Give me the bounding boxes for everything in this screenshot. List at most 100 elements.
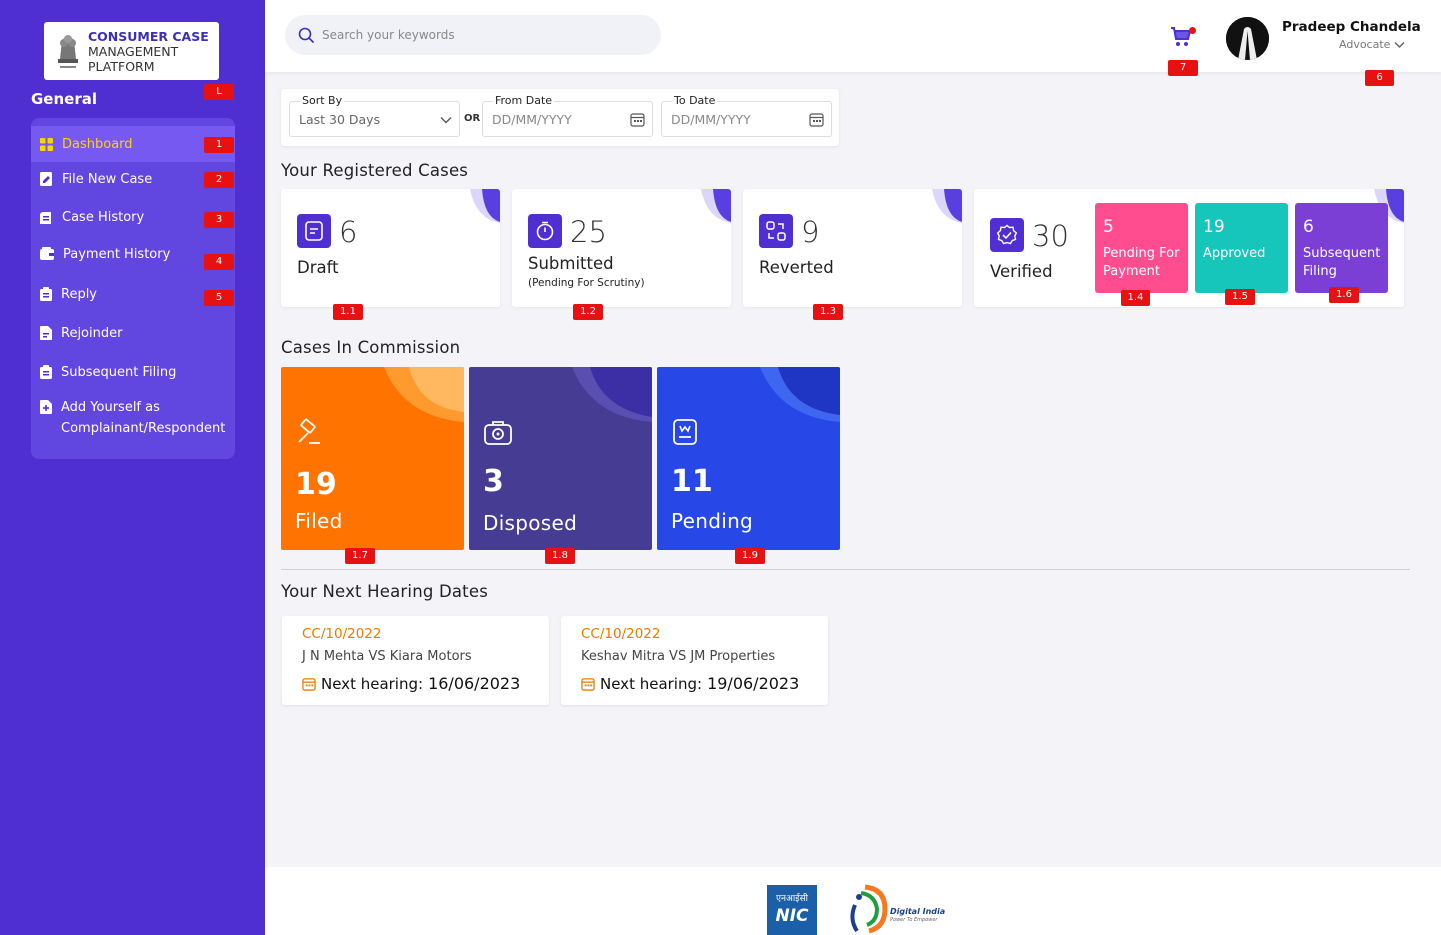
pending-document-icon (673, 419, 697, 445)
sidebar-item-label: Subsequent Filing (61, 365, 177, 380)
sidebar-item-label: File New Case (62, 172, 153, 187)
user-role: Advocate (1339, 38, 1391, 51)
logo-subtitle-2: PLATFORM (88, 58, 155, 74)
annotation-badge: 7 (1168, 60, 1198, 76)
user-role-dropdown[interactable]: Advocate (1339, 38, 1405, 51)
logo-subtitle-1: MANAGEMENT (88, 43, 179, 59)
verified-count: 30 (1032, 219, 1069, 253)
draft-label: Draft (297, 258, 339, 277)
reverted-label: Reverted (759, 258, 834, 277)
sidebar-item-subsequent-filing[interactable]: Subsequent Filing (31, 362, 235, 383)
from-date-field[interactable]: From Date DD/MM/YYYY (482, 94, 653, 137)
commission-title: Cases In Commission (281, 338, 461, 357)
approved-tile[interactable]: 19 Approved (1195, 203, 1288, 293)
pending-payment-count: 5 (1103, 217, 1114, 237)
submitted-card[interactable]: 25 Submitted (Pending For Scrutiny) (512, 189, 731, 307)
search-icon (298, 27, 314, 43)
app-logo[interactable]: CONSUMER CASE MANAGEMENT PLATFORM (44, 22, 219, 80)
sidebar-item-label-line2: Complainant/Respondent (61, 421, 226, 436)
disposed-card[interactable]: 3 Disposed (469, 367, 652, 550)
avatar[interactable] (1226, 17, 1269, 60)
case-number[interactable]: CC/10/2022 (302, 626, 381, 642)
card-corner-decoration (701, 189, 731, 223)
card-corner-decoration (932, 189, 962, 223)
next-hearing-label: Next hearing: (321, 674, 424, 693)
annotation-badge: 1.6 (1329, 287, 1359, 303)
sidebar-heading: General (31, 90, 97, 108)
digital-india-text: Digital India (890, 907, 946, 916)
draft-icon (297, 214, 331, 248)
annotation-badge: L (204, 84, 234, 100)
section-divider (281, 569, 1410, 570)
filed-card[interactable]: 19 Filed (281, 367, 464, 550)
annotation-badge: 6 (1365, 70, 1394, 86)
annotation-badge: 1.2 (573, 304, 603, 320)
wallet-icon (40, 247, 54, 260)
draft-card[interactable]: 6 Draft (281, 189, 500, 307)
sidebar-item-rejoinder[interactable]: Rejoinder (31, 323, 235, 344)
chevron-down-icon (440, 117, 452, 124)
to-date-field[interactable]: To Date DD/MM/YYYY (661, 94, 832, 137)
sort-by-select[interactable]: Sort By Last 30 Days (289, 94, 460, 137)
approved-label: Approved (1203, 246, 1266, 261)
pending-payment-label-line1: Pending For (1103, 246, 1180, 261)
to-date-placeholder: DD/MM/YYYY (671, 112, 751, 127)
hearings-title: Your Next Hearing Dates (281, 582, 488, 601)
hearing-card[interactable]: CC/10/2022 J N Mehta VS Kiara Motors Nex… (282, 616, 549, 705)
annotation-badge: 1.3 (813, 304, 843, 320)
reverted-card[interactable]: 9 Reverted (743, 189, 962, 307)
annotation-badge: 1.1 (333, 304, 363, 320)
case-parties: J N Mehta VS Kiara Motors (302, 649, 472, 664)
calendar-icon[interactable] (809, 112, 824, 127)
disposed-count: 3 (483, 464, 504, 499)
sidebar-nav: Dashboard File New Case Case History Pay… (31, 118, 235, 459)
history-icon (40, 212, 51, 224)
footer: एनआईसी NIC Digital India Power To Empowe… (265, 867, 1441, 935)
next-hearing: Next hearing: 19/06/2023 (581, 674, 799, 693)
pending-count: 11 (671, 464, 713, 499)
dashboard-grid-icon (40, 137, 53, 151)
pending-payment-label-line2: Payment (1103, 264, 1160, 279)
sidebar-item-label: Reply (61, 287, 98, 302)
sidebar-item-label: Case History (62, 210, 145, 225)
sort-by-label: Sort By (300, 94, 345, 107)
filed-label: Filed (295, 509, 343, 533)
hearing-card[interactable]: CC/10/2022 Keshav Mitra VS JM Properties… (561, 616, 828, 705)
notification-dot (1189, 27, 1196, 34)
pending-card[interactable]: 11 Pending (657, 367, 840, 550)
add-document-icon (40, 400, 52, 414)
calendar-icon[interactable] (630, 112, 645, 127)
pending-payment-tile[interactable]: 5 Pending For Payment (1095, 203, 1188, 293)
sidebar: CONSUMER CASE MANAGEMENT PLATFORM Genera… (0, 0, 265, 935)
search-input[interactable] (322, 28, 622, 42)
verified-badge-icon (990, 218, 1024, 252)
sidebar-item-label: Payment History (63, 247, 171, 262)
timer-icon (528, 214, 562, 248)
submitted-count: 25 (570, 215, 607, 249)
from-date-label: From Date (493, 94, 555, 107)
annotation-badge: 1.8 (545, 548, 575, 564)
approved-count: 19 (1203, 217, 1225, 237)
nic-logo[interactable]: एनआईसी NIC (767, 885, 817, 935)
gavel-icon (298, 418, 320, 444)
reverted-count: 9 (801, 215, 820, 249)
sidebar-item-label: Rejoinder (61, 326, 123, 341)
clipboard-icon (40, 287, 52, 301)
revert-icon (759, 214, 793, 248)
digital-india-logo-icon[interactable] (845, 883, 889, 935)
calendar-icon (581, 677, 595, 691)
draft-count: 6 (339, 215, 358, 249)
annotation-badge: 1 (204, 137, 234, 153)
annotation-badge: 1.7 (345, 548, 375, 564)
sidebar-item-add-yourself[interactable]: Add Yourself as Complainant/Respondent (31, 397, 235, 439)
search-box[interactable] (285, 15, 661, 55)
subsequent-filing-tile[interactable]: 6 Subsequent Filing (1295, 203, 1388, 293)
card-corner-decoration (572, 367, 652, 422)
sidebar-item-label: Add Yourself as (61, 400, 160, 415)
nic-logo-text: NIC (775, 906, 809, 926)
subsequent-filing-count: 6 (1303, 217, 1314, 237)
camera-briefcase-icon (484, 421, 512, 445)
national-emblem-icon (58, 35, 78, 68)
user-name[interactable]: Pradeep Chandela (1282, 19, 1421, 35)
case-number[interactable]: CC/10/2022 (581, 626, 660, 642)
